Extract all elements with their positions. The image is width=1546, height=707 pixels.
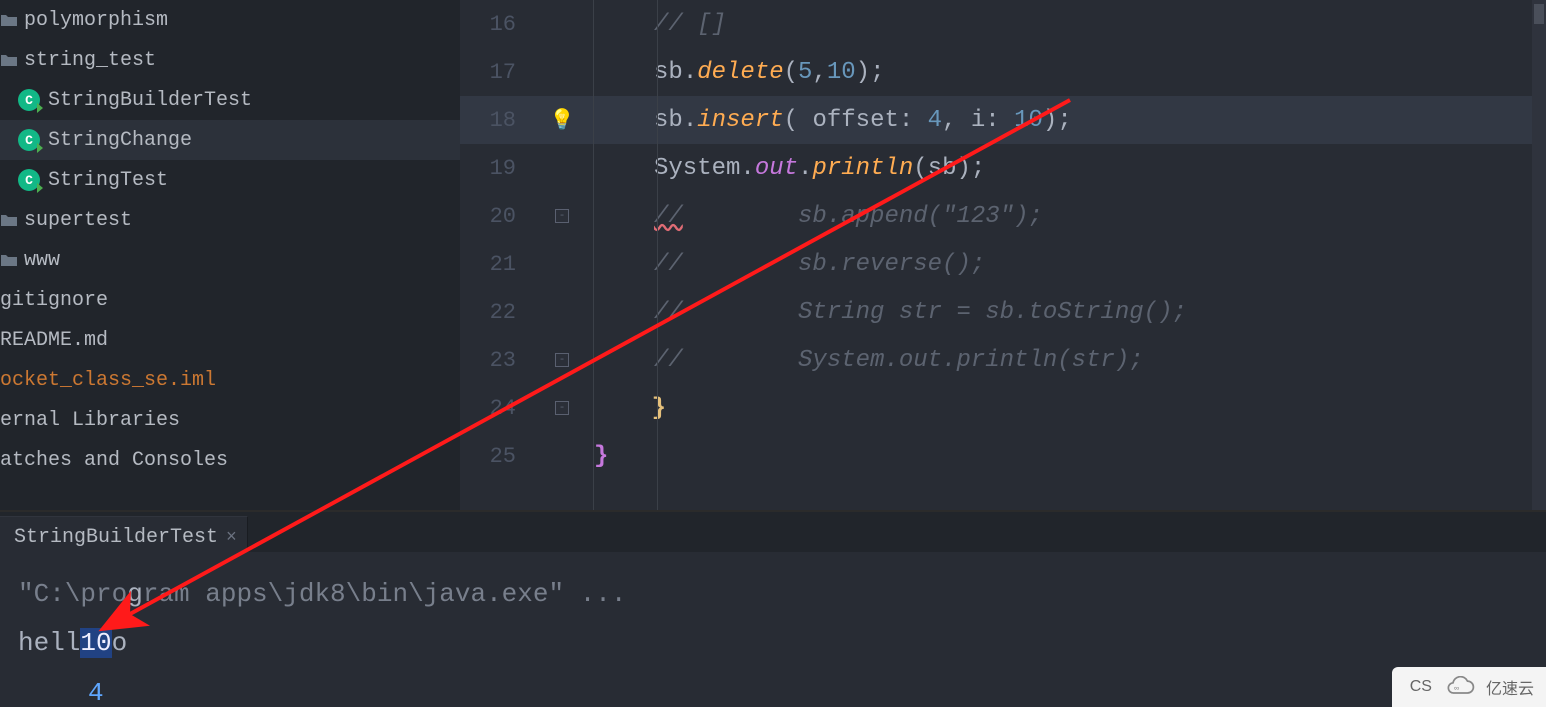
line-number: 16: [460, 12, 530, 37]
sidebar-item-string_test[interactable]: string_test: [0, 40, 460, 80]
code-line-20[interactable]: 20-// sb.append("123");: [460, 192, 1546, 240]
sidebar-item-ocket_class_se-iml[interactable]: ocket_class_se.iml: [0, 360, 460, 400]
code-content: }: [594, 395, 666, 422]
class-icon: C: [18, 129, 40, 151]
sidebar-item-label: StringTest: [48, 169, 168, 192]
class-icon: C: [18, 89, 40, 111]
code-line-21[interactable]: 21 // sb.reverse();: [460, 240, 1546, 288]
code-content: // sb.append("123");: [594, 203, 1043, 230]
folder-icon: [0, 53, 18, 67]
console-output-line: hell10o: [18, 619, 1530, 668]
sidebar-item-label: atches and Consoles: [0, 449, 228, 472]
code-line-17[interactable]: 17 sb.delete(5,10);: [460, 48, 1546, 96]
sidebar-item-label: StringBuilderTest: [48, 89, 252, 112]
run-tab-stringbuildertest[interactable]: StringBuilderTest ×: [0, 516, 248, 552]
folder-icon: [0, 13, 18, 27]
code-content: }: [594, 443, 608, 470]
line-number: 25: [460, 444, 530, 469]
sidebar-item-atches-and-consoles[interactable]: atches and Consoles: [0, 440, 460, 480]
code-content: // System.out.println(str);: [594, 347, 1144, 374]
close-icon[interactable]: ×: [226, 528, 237, 548]
sidebar-item-stringchange[interactable]: C StringChange: [0, 120, 460, 160]
sidebar-item-label: ocket_class_se.iml: [0, 369, 216, 392]
sidebar-item-label: ernal Libraries: [0, 409, 180, 432]
sidebar-item-label: www: [24, 249, 60, 272]
line-number: 19: [460, 156, 530, 181]
sidebar-item-polymorphism[interactable]: polymorphism: [0, 0, 460, 40]
sidebar-item-gitignore[interactable]: gitignore: [0, 280, 460, 320]
sidebar-item-label: supertest: [24, 209, 132, 232]
cloud-icon: ∞: [1442, 676, 1476, 698]
console-command-line: "C:\program apps\jdk8\bin\java.exe" ...: [18, 570, 1530, 619]
run-console[interactable]: "C:\program apps\jdk8\bin\java.exe" ... …: [0, 552, 1546, 707]
code-content: System.out.println(sb);: [594, 155, 985, 182]
sidebar-item-stringbuildertest[interactable]: C StringBuilderTest: [0, 80, 460, 120]
fold-handle-icon[interactable]: -: [530, 209, 594, 223]
sidebar-item-supertest[interactable]: supertest: [0, 200, 460, 240]
sidebar-item-readme-md[interactable]: README.md: [0, 320, 460, 360]
editor-scrollbar-thumb[interactable]: [1534, 4, 1544, 24]
sidebar-item-www[interactable]: www: [0, 240, 460, 280]
sidebar-item-label: StringChange: [48, 129, 192, 152]
folder-icon: [0, 253, 18, 267]
console-cursor-column: 4: [18, 669, 1530, 707]
editor-scrollbar[interactable]: [1532, 0, 1546, 510]
code-line-18[interactable]: 18💡sb.insert( offset: 4, i: 10);: [460, 96, 1546, 144]
sidebar-item-label: string_test: [24, 49, 156, 72]
run-tab-bar: StringBuilderTest ×: [0, 512, 1546, 552]
folder-icon: [0, 213, 18, 227]
sidebar-item-ernal-libraries[interactable]: ernal Libraries: [0, 400, 460, 440]
sidebar-item-label: polymorphism: [24, 9, 168, 32]
line-number: 17: [460, 60, 530, 85]
code-editor[interactable]: 16 // [] 17 sb.delete(5,10); 18💡sb.insert( o…: [460, 0, 1546, 510]
svg-text:∞: ∞: [1454, 683, 1459, 692]
fold-handle-icon[interactable]: -: [530, 401, 594, 415]
run-tab-label: StringBuilderTest: [14, 526, 218, 549]
class-icon: C: [18, 169, 40, 191]
sidebar-item-stringtest[interactable]: C StringTest: [0, 160, 460, 200]
line-number: 24: [460, 396, 530, 421]
code-line-24[interactable]: 24- }: [460, 384, 1546, 432]
code-content: sb.insert( offset: 4, i: 10);: [594, 107, 1072, 134]
line-number: 18: [460, 108, 530, 133]
line-number: 23: [460, 348, 530, 373]
line-number: 20: [460, 204, 530, 229]
code-line-19[interactable]: 19 System.out.println(sb);: [460, 144, 1546, 192]
code-content: // sb.reverse();: [594, 251, 985, 278]
code-content: sb.delete(5,10);: [594, 59, 884, 86]
code-line-23[interactable]: 23-// System.out.println(str);: [460, 336, 1546, 384]
intention-bulb-icon[interactable]: 💡: [530, 107, 594, 133]
line-number: 21: [460, 252, 530, 277]
watermark-text-right: 亿速云: [1486, 675, 1534, 699]
watermark-text-left: CS: [1410, 678, 1432, 696]
sidebar-item-label: gitignore: [0, 289, 108, 312]
fold-handle-icon[interactable]: -: [530, 353, 594, 367]
code-line-22[interactable]: 22 // String str = sb.toString();: [460, 288, 1546, 336]
code-line-25[interactable]: 25}: [460, 432, 1546, 480]
line-number: 22: [460, 300, 530, 325]
project-sidebar[interactable]: polymorphism string_test C StringBuilderTes…: [0, 0, 460, 510]
sidebar-item-label: README.md: [0, 329, 108, 352]
code-content: // String str = sb.toString();: [594, 299, 1187, 326]
code-content: // []: [594, 11, 726, 38]
console-selection: 10: [80, 628, 111, 658]
watermark: CS ∞ 亿速云: [1392, 667, 1546, 707]
code-line-16[interactable]: 16 // []: [460, 0, 1546, 48]
